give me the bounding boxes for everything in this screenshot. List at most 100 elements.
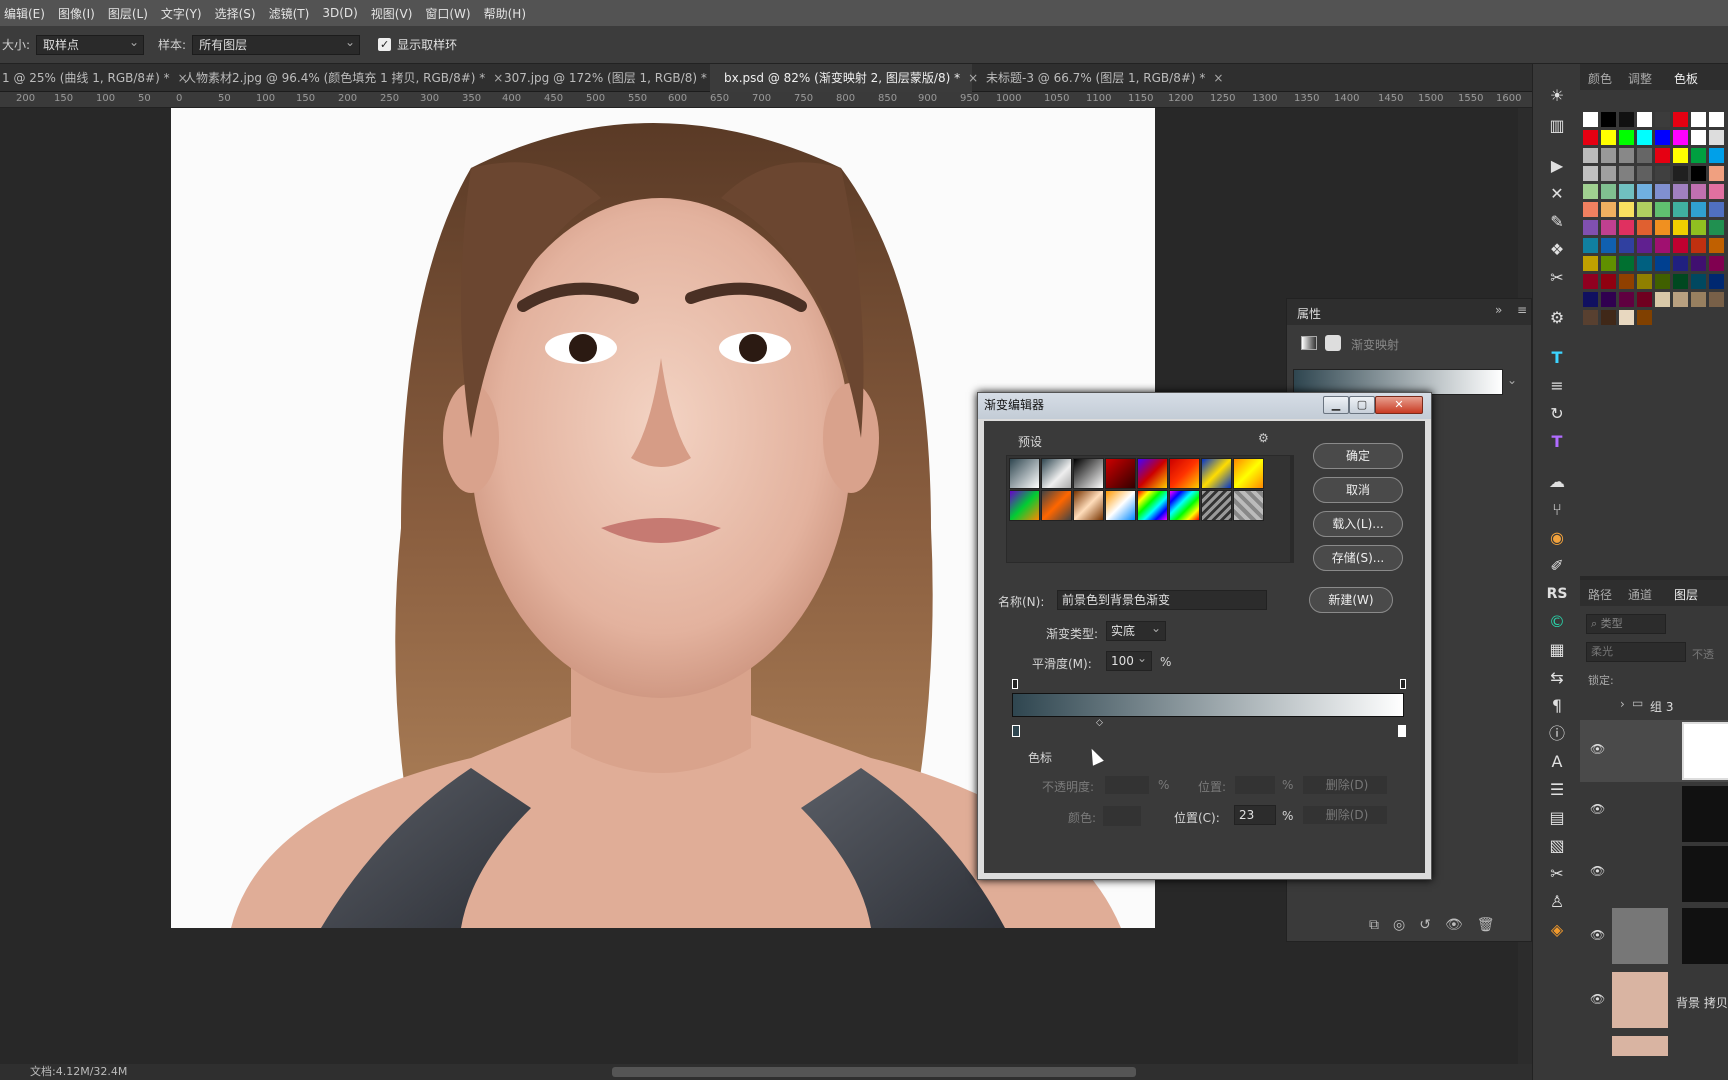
path-icon[interactable]: ✐ xyxy=(1545,554,1569,578)
gradient-type-select[interactable]: 实底 xyxy=(1106,619,1166,641)
eye-icon[interactable]: 👁 xyxy=(1590,992,1605,1006)
swatch[interactable] xyxy=(1637,166,1652,181)
plugin-color-icon[interactable]: ◈ xyxy=(1545,918,1569,942)
swatch[interactable] xyxy=(1673,184,1688,199)
tab-paths[interactable]: 路径 xyxy=(1588,586,1612,603)
menu-window[interactable]: 窗口(W) xyxy=(425,5,470,22)
swatch[interactable] xyxy=(1691,112,1706,127)
sample-size-select[interactable]: 取样点 xyxy=(36,33,145,55)
swatch[interactable] xyxy=(1709,202,1724,217)
swatch[interactable] xyxy=(1637,130,1652,145)
midpoint-diamond[interactable]: ◇ xyxy=(1096,718,1103,728)
tab-doc-3[interactable]: 307.jpg @ 172% (图层 1, RGB/8) *× xyxy=(494,64,725,92)
swatch[interactable] xyxy=(1691,220,1706,235)
color-wheel-icon[interactable]: ◉ xyxy=(1545,526,1569,550)
preset-swatch[interactable] xyxy=(1137,490,1168,521)
swatch[interactable] xyxy=(1709,112,1724,127)
swatch[interactable] xyxy=(1655,202,1670,217)
color-stop-right[interactable] xyxy=(1398,725,1406,737)
preset-swatch[interactable] xyxy=(1169,490,1200,521)
swatch[interactable] xyxy=(1655,112,1670,127)
character-icon[interactable]: A xyxy=(1545,750,1569,774)
swatch[interactable] xyxy=(1601,130,1616,145)
save-button[interactable]: 存储(S)... xyxy=(1313,545,1403,571)
eye-icon[interactable]: 👁 xyxy=(1590,802,1605,816)
scroll-thumb[interactable] xyxy=(612,1067,1136,1077)
preset-swatch[interactable] xyxy=(1233,458,1264,489)
show-ring-checkbox[interactable]: ✓ xyxy=(378,38,392,51)
new-gradient-button[interactable]: 新建(W) xyxy=(1309,587,1393,613)
swatch[interactable] xyxy=(1583,292,1598,307)
eye-icon[interactable]: 👁 xyxy=(1590,928,1605,942)
paths-icon[interactable]: ⇆ xyxy=(1545,666,1569,690)
brush-icon[interactable]: ✎ xyxy=(1545,210,1569,234)
swatch[interactable] xyxy=(1709,220,1724,235)
swatch[interactable] xyxy=(1673,220,1688,235)
tk2-icon[interactable]: T xyxy=(1545,430,1569,454)
menu-3d[interactable]: 3D(D) xyxy=(322,6,357,20)
crossed-tools-icon[interactable]: ✂ xyxy=(1545,266,1569,290)
preset-swatch[interactable] xyxy=(1105,458,1136,489)
swatch[interactable] xyxy=(1691,238,1706,253)
c-icon[interactable]: © xyxy=(1545,610,1569,634)
gear-icon[interactable]: ⚙ xyxy=(1258,431,1269,445)
preset-swatch[interactable] xyxy=(1137,458,1168,489)
swatch[interactable] xyxy=(1619,256,1634,271)
clipboard-icon[interactable]: ▤ xyxy=(1545,806,1569,830)
menu-edit[interactable]: 编辑(E) xyxy=(4,5,45,22)
swatch[interactable] xyxy=(1655,166,1670,181)
blend-mode-select[interactable]: 柔光 xyxy=(1586,642,1686,662)
close-icon[interactable]: ✕ xyxy=(1375,396,1423,414)
info-icon[interactable]: ⓘ xyxy=(1545,722,1569,746)
swatch[interactable] xyxy=(1619,184,1634,199)
histogram-icon[interactable]: ▥ xyxy=(1545,114,1569,138)
chevron-down-icon[interactable]: ⌄ xyxy=(1507,373,1517,387)
close-icon[interactable]: × xyxy=(1213,71,1223,85)
panel-menu-icon[interactable]: ≡ xyxy=(1517,303,1527,317)
swatch[interactable] xyxy=(1601,220,1616,235)
group-layer-name[interactable]: 组 3 xyxy=(1650,698,1673,715)
swatch[interactable] xyxy=(1637,184,1652,199)
eye-icon[interactable]: 👁 xyxy=(1590,742,1605,756)
swatch[interactable] xyxy=(1673,130,1688,145)
swatch[interactable] xyxy=(1583,238,1598,253)
fork-icon[interactable]: ⑂ xyxy=(1545,498,1569,522)
swatch[interactable] xyxy=(1601,202,1616,217)
swatch[interactable] xyxy=(1619,220,1634,235)
rotate-icon[interactable]: ↻ xyxy=(1545,402,1569,426)
swatch[interactable] xyxy=(1673,292,1688,307)
play-icon[interactable]: ▶ xyxy=(1545,154,1569,178)
sliders-icon[interactable]: ≡ xyxy=(1545,374,1569,398)
plugin-icon[interactable]: ⚙ xyxy=(1545,306,1569,330)
paragraph-style-icon[interactable]: ☰ xyxy=(1545,778,1569,802)
eye-icon[interactable]: 👁 xyxy=(1590,864,1605,878)
chevron-right-icon[interactable]: › xyxy=(1620,697,1625,711)
swatch[interactable] xyxy=(1601,184,1616,199)
tab-doc-2[interactable]: 人物素材2.jpg @ 96.4% (颜色填充 1 拷贝, RGB/8#) * × xyxy=(172,64,503,92)
tools-icon[interactable]: ✕ xyxy=(1545,182,1569,206)
swatch[interactable] xyxy=(1673,202,1688,217)
tk-icon[interactable]: T xyxy=(1545,346,1569,370)
swatch[interactable] xyxy=(1691,148,1706,163)
swatch[interactable] xyxy=(1601,256,1616,271)
preset-swatch[interactable] xyxy=(1201,458,1232,489)
swatch[interactable] xyxy=(1709,238,1724,253)
smoothness-select[interactable]: 100 xyxy=(1106,649,1152,671)
gradient-bar[interactable] xyxy=(1012,693,1404,717)
swatch[interactable] xyxy=(1619,274,1634,289)
rs-icon[interactable]: RS xyxy=(1545,582,1569,606)
swatch[interactable] xyxy=(1619,202,1634,217)
swatch[interactable] xyxy=(1655,184,1670,199)
clip-to-layer-icon[interactable]: ⧉ xyxy=(1369,917,1379,933)
swatch[interactable] xyxy=(1655,130,1670,145)
collapse-icon[interactable]: » xyxy=(1495,303,1502,317)
swatch[interactable] xyxy=(1619,292,1634,307)
swatch[interactable] xyxy=(1709,256,1724,271)
swatch[interactable] xyxy=(1601,166,1616,181)
tab-adjustments[interactable]: 调整 xyxy=(1628,70,1652,87)
tab-color[interactable]: 颜色 xyxy=(1588,70,1612,87)
clone-icon[interactable]: ❖ xyxy=(1545,238,1569,262)
ok-button[interactable]: 确定 xyxy=(1313,443,1403,469)
swatch[interactable] xyxy=(1601,292,1616,307)
trash-icon[interactable]: 🗑 xyxy=(1477,917,1495,933)
